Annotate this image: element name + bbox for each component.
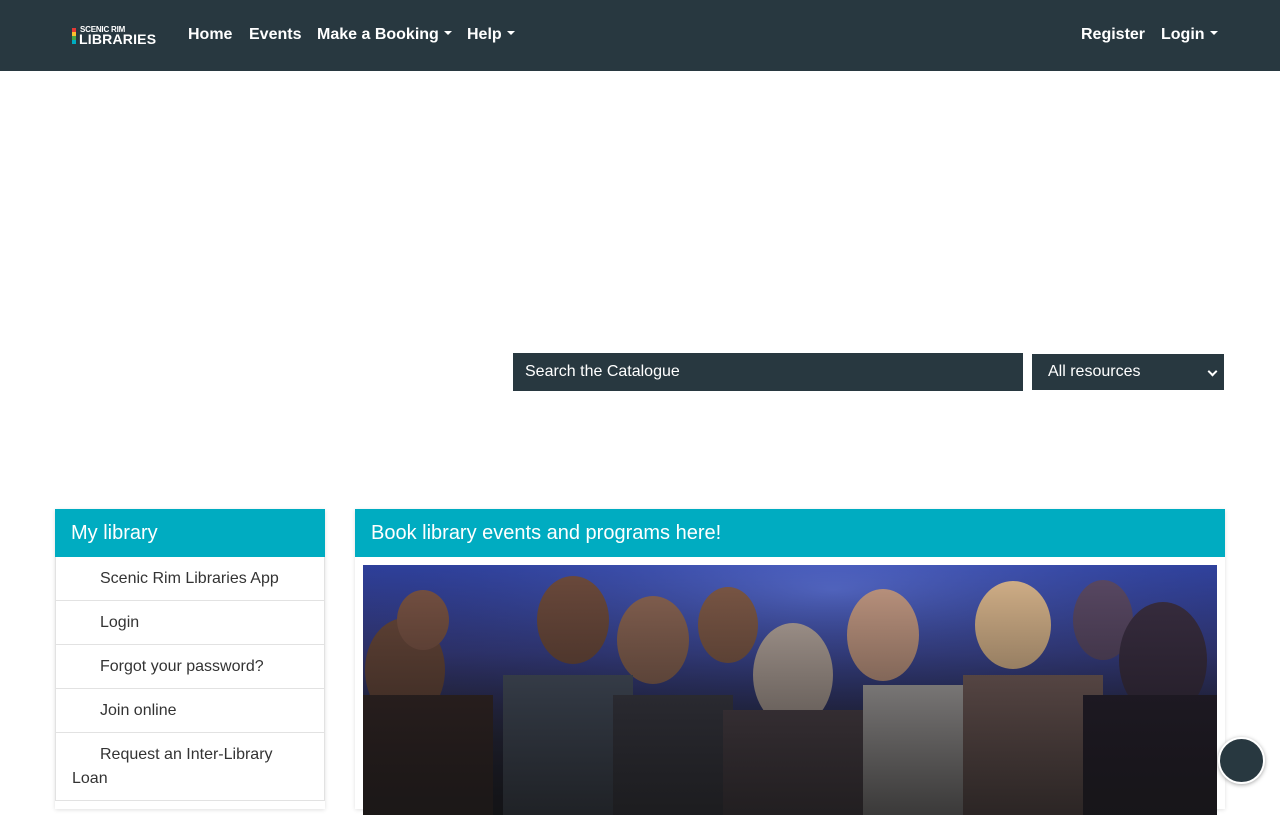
chevron-down-icon	[1207, 366, 1218, 377]
nav-events[interactable]: Events	[249, 25, 301, 45]
nav-make-a-booking[interactable]: Make a Booking	[317, 25, 452, 45]
list-item-login[interactable]: Login	[55, 601, 325, 645]
nav-register-label: Register	[1081, 26, 1146, 43]
nav-booking-label: Make a Booking	[317, 26, 439, 43]
nav-login-label: Login	[1161, 26, 1205, 43]
list-item-join-online[interactable]: Join online	[55, 689, 325, 733]
chat-widget-button[interactable]	[1218, 737, 1265, 784]
nav-events-label: Events	[249, 26, 302, 43]
logo-bar-blue	[72, 40, 76, 44]
resource-scope-value: All resources	[1048, 363, 1141, 380]
nav-home[interactable]: Home	[188, 25, 232, 45]
logo-big-text: LIBRARIES	[79, 31, 157, 47]
nav-help[interactable]: Help	[467, 25, 515, 45]
list-item-inter-library-loan[interactable]: Request an Inter-Library Loan	[55, 733, 325, 801]
site-logo[interactable]: SCENIC RIM LIBRARIES	[72, 25, 164, 48]
list-item-app[interactable]: Scenic Rim Libraries App	[55, 557, 325, 601]
my-library-panel: My library Scenic Rim Libraries App Logi…	[55, 509, 325, 809]
my-library-title: My library	[55, 509, 325, 557]
audience-illustration	[363, 565, 1217, 815]
nav-help-label: Help	[467, 26, 502, 43]
resource-scope-select[interactable]: All resources	[1032, 354, 1224, 390]
top-navbar: SCENIC RIM LIBRARIES Home Events Make a …	[0, 0, 1280, 71]
chevron-down-icon	[506, 31, 515, 36]
catalogue-search-input[interactable]: Search the Catalogue	[513, 353, 1023, 391]
search-placeholder: Search the Catalogue	[525, 363, 680, 380]
events-panel-title: Book library events and programs here!	[355, 509, 1225, 557]
events-panel: Book library events and programs here!	[355, 509, 1225, 815]
nav-home-label: Home	[188, 26, 233, 43]
chevron-down-icon	[443, 31, 452, 36]
nav-register[interactable]: Register	[1081, 25, 1145, 45]
list-item-forgot-password[interactable]: Forgot your password?	[55, 645, 325, 689]
chevron-down-icon	[1209, 31, 1218, 36]
events-hero-image[interactable]	[363, 565, 1217, 815]
nav-login[interactable]: Login	[1161, 25, 1218, 45]
